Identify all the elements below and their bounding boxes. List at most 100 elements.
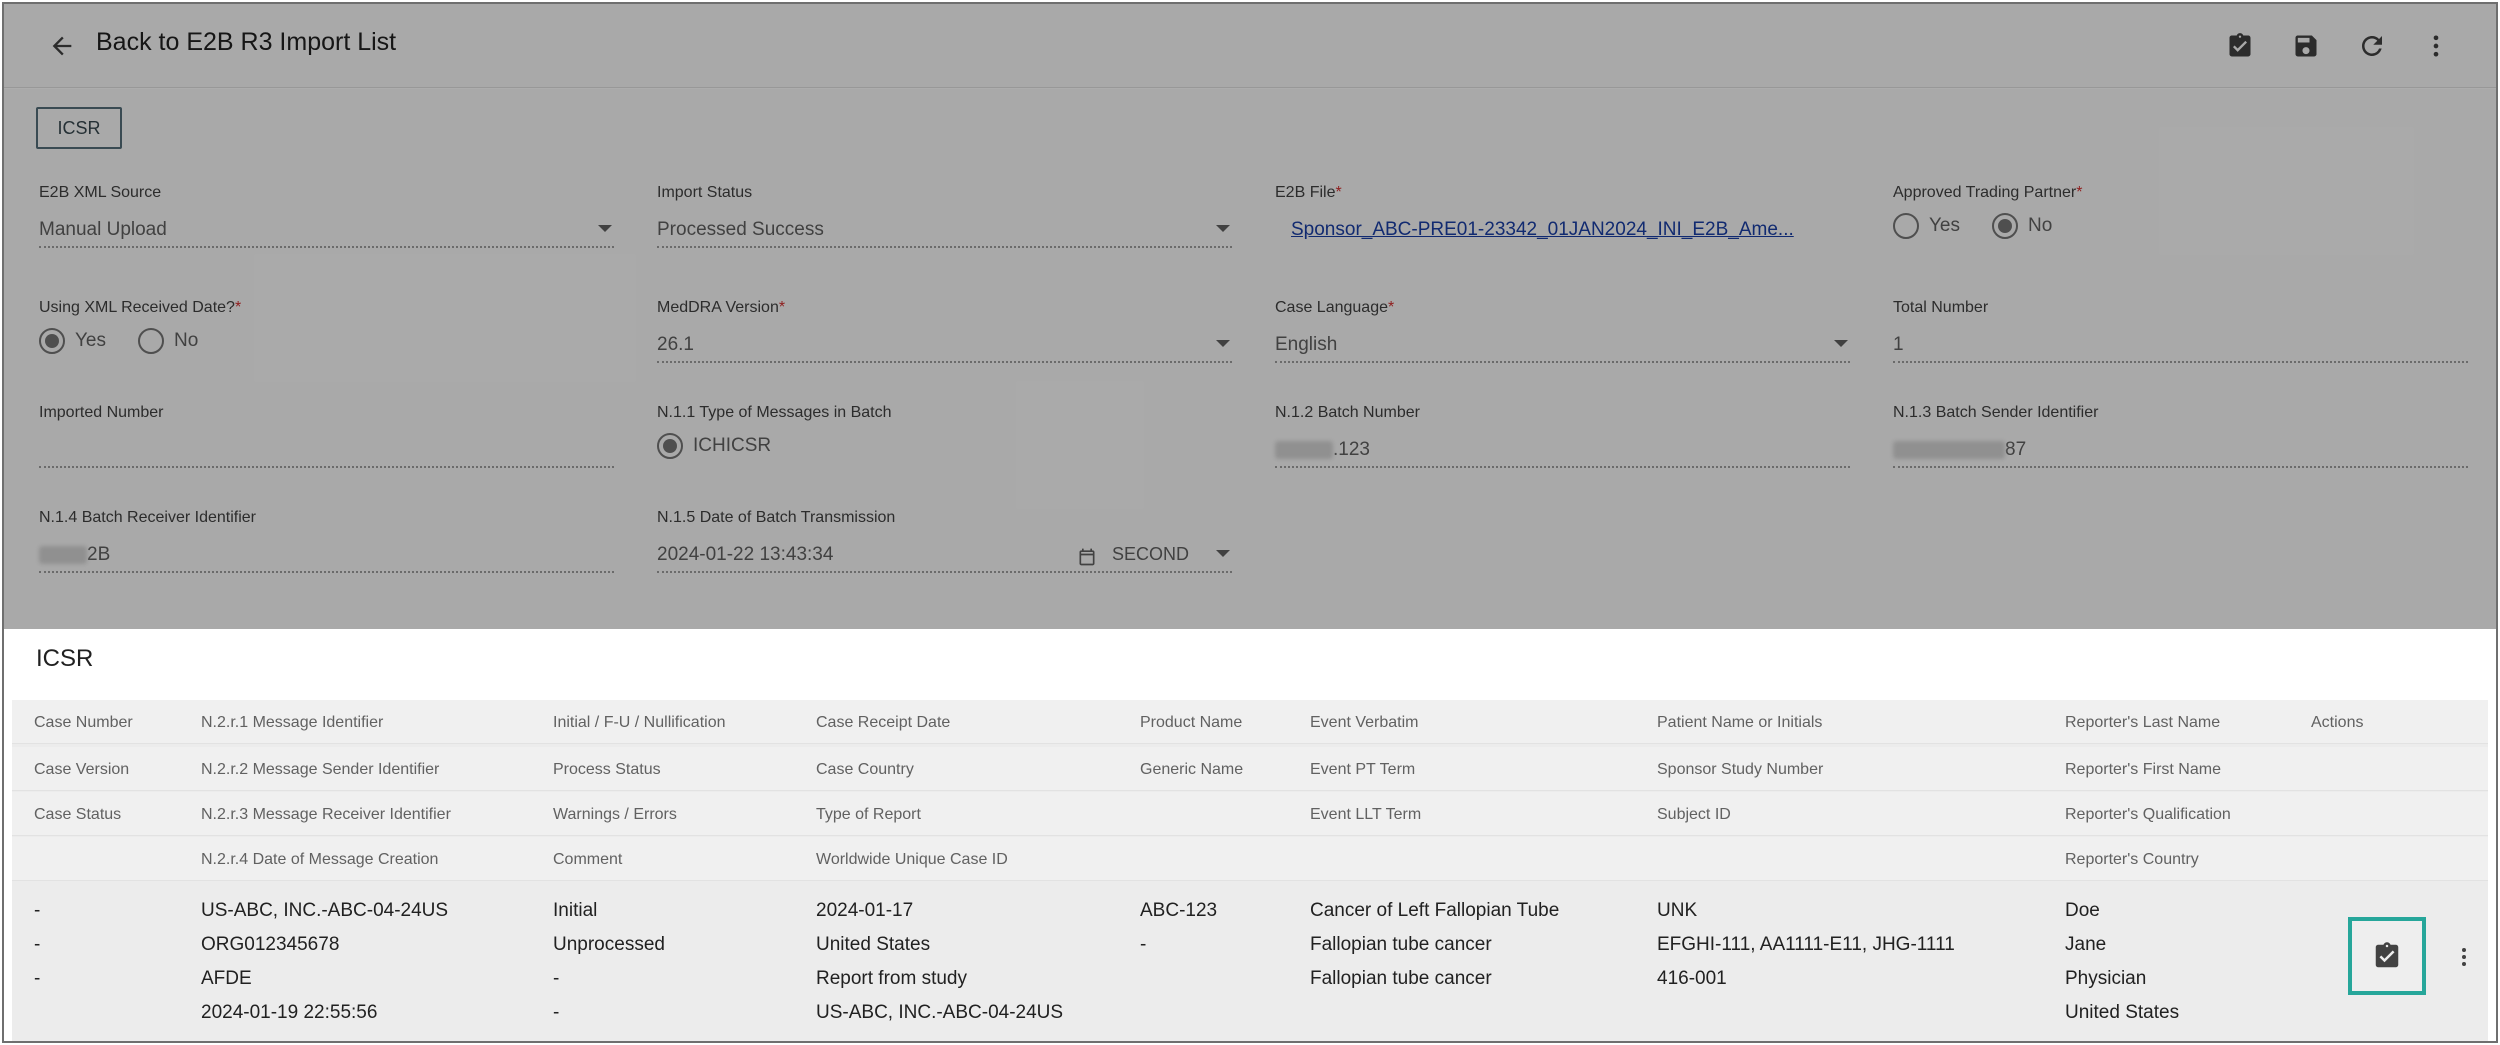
comment-cell: -	[553, 1002, 560, 1023]
tab-icsr[interactable]: ICSR	[36, 107, 122, 149]
column-header[interactable]: Comment	[553, 851, 622, 869]
column-header[interactable]: N.2.r.4 Date of Message Creation	[201, 851, 438, 869]
column-header[interactable]: Generic Name	[1140, 761, 1243, 779]
column-header[interactable]: Subject ID	[1657, 806, 1731, 824]
n15-field[interactable]: N.1.5 Date of Batch Transmission 2024-01…	[657, 509, 1232, 573]
more-vert-icon[interactable]	[2418, 28, 2454, 64]
field-value: 2B	[87, 544, 111, 565]
meddra-field[interactable]: MedDRA Version* 26.1	[657, 299, 1232, 363]
imported-number-field[interactable]: Imported Number	[39, 404, 614, 468]
meddra-select[interactable]: 26.1	[657, 333, 1232, 363]
radio-checked-icon[interactable]	[657, 433, 683, 459]
radio-unchecked-icon[interactable]	[138, 328, 164, 354]
total-number-field[interactable]: Total Number 1	[1893, 299, 2468, 363]
dropdown-caret-icon[interactable]	[1834, 340, 1848, 347]
receipt-date-cell: 2024-01-17	[816, 900, 914, 921]
column-header[interactable]: Case Version	[34, 761, 129, 779]
event-verbatim-cell: Cancer of Left Fallopian Tube	[1310, 900, 1560, 921]
radio-no[interactable]: No	[1992, 213, 2052, 239]
column-header[interactable]: Worldwide Unique Case ID	[816, 851, 1008, 869]
column-header[interactable]: Reporter's Qualification	[2065, 806, 2231, 824]
radio-no[interactable]: No	[138, 328, 198, 354]
warnings-cell: -	[553, 968, 560, 989]
field-value: Processed Success	[657, 219, 824, 240]
n13-field[interactable]: N.1.3 Batch Sender Identifier 87	[1893, 404, 2468, 468]
n14-input[interactable]: 2B	[39, 543, 614, 573]
total-number-input[interactable]: 1	[1893, 333, 2468, 363]
required-mark: *	[1387, 299, 1395, 316]
column-header[interactable]: Reporter's First Name	[2065, 761, 2221, 779]
column-header[interactable]: Initial / F-U / Nullification	[553, 714, 726, 732]
column-header[interactable]: Product Name	[1140, 714, 1242, 732]
dropdown-caret-icon[interactable]	[598, 225, 612, 232]
process-status-cell: Unprocessed	[553, 934, 665, 955]
patient-initials-cell: UNK	[1657, 900, 1698, 921]
using-xml-date-radio-group: Yes No	[39, 325, 614, 357]
radio-unchecked-icon[interactable]	[1893, 213, 1919, 239]
column-header[interactable]: Event LLT Term	[1310, 806, 1421, 824]
n15-datetime-input[interactable]: 2024-01-22 13:43:34 SECOND	[657, 543, 1232, 573]
xml-source-field[interactable]: E2B XML Source Manual Upload	[39, 184, 614, 248]
column-header[interactable]: Reporter's Country	[2065, 851, 2199, 869]
required-mark: *	[234, 299, 242, 316]
import-status-select[interactable]: Processed Success	[657, 218, 1232, 248]
table-row[interactable]: - - - US-ABC, INC.-ABC-04-24US ORG012345…	[12, 886, 2488, 1041]
e2b-file-link[interactable]: Sponsor_ABC-PRE01-23342_01JAN2024_INI_E2…	[1291, 219, 1794, 240]
column-header[interactable]: Event Verbatim	[1310, 714, 1419, 732]
column-header[interactable]: Warnings / Errors	[553, 806, 677, 824]
n14-field[interactable]: N.1.4 Batch Receiver Identifier 2B	[39, 509, 614, 573]
column-header[interactable]: Event PT Term	[1310, 761, 1415, 779]
n12-field[interactable]: N.1.2 Batch Number .123	[1275, 404, 1850, 468]
back-arrow-icon[interactable]	[42, 26, 82, 66]
worldwide-case-id-cell: US-ABC, INC.-ABC-04-24US	[816, 1002, 1064, 1023]
calendar-icon[interactable]	[1077, 547, 1097, 573]
redacted-text	[1893, 440, 2005, 459]
radio-yes[interactable]: Yes	[1893, 213, 1960, 239]
redacted-text	[1275, 440, 1333, 459]
approve-clipboard-icon	[2375, 942, 2399, 968]
receiver-identifier-cell: AFDE	[201, 968, 252, 989]
precision-select[interactable]: SECOND	[1112, 544, 1189, 565]
xml-source-select[interactable]: Manual Upload	[39, 218, 614, 248]
icsr-table: Case Number N.2.r.1 Message Identifier I…	[12, 700, 2488, 1041]
dropdown-caret-icon[interactable]	[1216, 550, 1230, 557]
imported-number-input[interactable]	[39, 438, 614, 468]
column-header[interactable]: Case Number	[34, 714, 133, 732]
table-header-row: Case Version N.2.r.2 Message Sender Iden…	[12, 747, 2488, 791]
refresh-icon[interactable]	[2354, 28, 2390, 64]
column-header[interactable]: Patient Name or Initials	[1657, 714, 1822, 732]
reporter-first-name-cell: Jane	[2065, 934, 2107, 955]
radio-checked-icon[interactable]	[1992, 213, 2018, 239]
column-header[interactable]: Case Receipt Date	[816, 714, 950, 732]
using-xml-date-field: Using XML Received Date?* Yes No	[39, 299, 614, 357]
case-number-cell: -	[34, 900, 41, 921]
reporter-country-cell: United States	[2065, 1002, 2180, 1023]
approve-case-button[interactable]	[2348, 917, 2426, 995]
dropdown-caret-icon[interactable]	[1216, 225, 1230, 232]
n12-input[interactable]: .123	[1275, 438, 1850, 468]
approve-clipboard-icon[interactable]	[2222, 28, 2258, 64]
import-status-field[interactable]: Import Status Processed Success	[657, 184, 1232, 248]
case-language-field[interactable]: Case Language* English	[1275, 299, 1850, 363]
reporter-qualification-cell: Physician	[2065, 968, 2147, 989]
case-language-select[interactable]: English	[1275, 333, 1850, 363]
column-header[interactable]: N.2.r.3 Message Receiver Identifier	[201, 806, 451, 824]
column-header[interactable]: Reporter's Last Name	[2065, 714, 2220, 732]
radio-yes[interactable]: Yes	[39, 328, 106, 354]
column-header[interactable]: Case Status	[34, 806, 121, 824]
row-more-vert-icon[interactable]	[2452, 942, 2476, 972]
dropdown-caret-icon[interactable]	[1216, 340, 1230, 347]
save-icon[interactable]	[2288, 28, 2324, 64]
column-header[interactable]: Process Status	[553, 761, 661, 779]
back-to-list-link[interactable]: Back to E2B R3 Import List	[96, 28, 396, 57]
column-header[interactable]: Sponsor Study Number	[1657, 761, 1823, 779]
radio-ichicsr[interactable]: ICHICSR	[657, 433, 771, 459]
column-header[interactable]: N.2.r.1 Message Identifier	[201, 714, 383, 732]
radio-label: Yes	[1929, 215, 1960, 236]
column-header[interactable]: Case Country	[816, 761, 914, 779]
n13-input[interactable]: 87	[1893, 438, 2468, 468]
radio-checked-icon[interactable]	[39, 328, 65, 354]
column-header[interactable]: Type of Report	[816, 806, 921, 824]
section-title: ICSR	[36, 645, 94, 672]
column-header[interactable]: N.2.r.2 Message Sender Identifier	[201, 761, 439, 779]
